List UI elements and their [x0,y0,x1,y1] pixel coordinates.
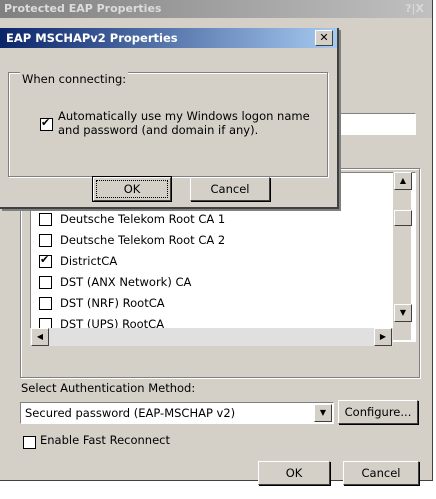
scroll-up-icon[interactable]: ▲ [394,172,412,190]
parent-title: Protected EAP Properties [4,2,162,15]
scroll-left-icon[interactable]: ◀ [31,328,49,346]
auth-method-value: Secured password (EAP-MSCHAP v2) [25,406,236,420]
child-cancel-button[interactable]: Cancel [190,177,270,201]
list-item-label: Deutsche Telekom Root CA 1 [60,212,226,226]
list-item[interactable]: DST (ANX Network) CA [39,273,379,291]
vertical-scrollbar[interactable]: ▲ ▼ [393,172,412,340]
configure-button[interactable]: Configure... [338,400,418,424]
group-label: When connecting: [20,72,129,86]
list-item[interactable]: Deutsche Telekom Root CA 2 [39,231,379,249]
scroll-right-icon[interactable]: ▶ [374,328,392,346]
auto-logon-label[interactable]: Automatically use my Windows logon name … [58,109,328,137]
fast-reconnect-label[interactable]: Enable Fast Reconnect [40,433,170,447]
list-checkbox-checked[interactable] [39,253,52,268]
close-icon[interactable]: ✕ [315,30,333,46]
list-checkbox[interactable] [39,276,52,289]
list-checkbox[interactable] [39,297,52,310]
chevron-down-icon[interactable]: ▼ [314,404,332,422]
obscured-text-field[interactable] [336,113,416,135]
list-item[interactable]: DST (NRF) RootCA [39,294,379,312]
list-item[interactable]: Deutsche Telekom Root CA 1 [39,210,379,228]
list-item-label: DST (ANX Network) CA [60,275,192,289]
scroll-thumb[interactable] [394,210,412,226]
auth-method-select[interactable]: Secured password (EAP-MSCHAP v2) ▼ [20,402,334,424]
list-checkbox[interactable] [39,213,52,226]
auth-method-label: Select Authentication Method: [21,381,196,395]
help-close-buttons[interactable]: ?|X [394,2,424,16]
list-item-label: DST (NRF) RootCA [60,296,165,310]
cancel-button[interactable]: Cancel [343,461,419,485]
scroll-down-icon[interactable]: ▼ [394,304,412,322]
child-ok-button[interactable]: OK [93,177,171,201]
list-checkbox[interactable] [39,234,52,247]
child-title-bar[interactable]: EAP MSCHAPv2 Properties ✕ [0,28,337,48]
fast-reconnect-checkbox[interactable] [23,436,36,449]
parent-title-bar[interactable]: Protected EAP Properties ?|X [0,0,432,18]
list-item-label: Deutsche Telekom Root CA 2 [60,233,226,247]
child-title: EAP MSCHAPv2 Properties [6,31,178,45]
auto-logon-checkbox[interactable] [40,116,53,131]
horizontal-scrollbar[interactable]: ◀ ▶ [30,328,393,346]
list-item-label: DistrictCA [60,254,118,268]
ok-button[interactable]: OK [258,461,330,485]
mschapv2-dialog: EAP MSCHAPv2 Properties ✕ When connectin… [0,28,339,209]
list-item[interactable]: DistrictCA [39,252,379,270]
